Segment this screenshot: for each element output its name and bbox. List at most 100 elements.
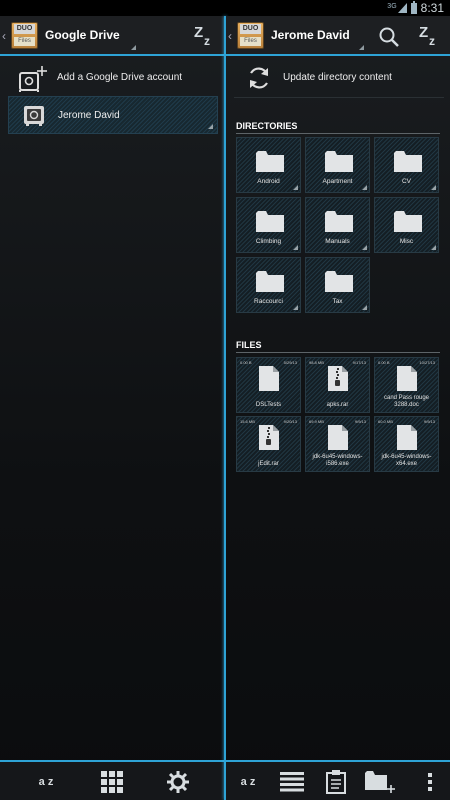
folder-tile-manuals[interactable]: Manuals (305, 197, 370, 253)
file-name: apks.rar (326, 402, 349, 408)
account-item-jerome-david[interactable]: Jerome David (8, 96, 218, 134)
back-icon[interactable]: ‹ (2, 29, 6, 43)
signal-icon (397, 3, 407, 13)
right-pane: ‹ DUO Files Jerome David Zz Update direc… (226, 16, 450, 800)
folder-name: Climbing (255, 238, 282, 245)
folder-tile-apartment[interactable]: Apartment (305, 137, 370, 193)
app-logo-subtext: Files (14, 37, 35, 46)
item-menu-corner-icon[interactable] (362, 305, 367, 310)
sleep-zz-icon[interactable]: Zz (194, 24, 218, 50)
folder-tile-cv[interactable]: CV (374, 137, 439, 193)
folder-name: Misc (399, 238, 414, 245)
zip-icon (328, 366, 348, 391)
files-header: FILES (236, 340, 440, 353)
list-view-button[interactable] (276, 767, 308, 797)
document-icon (397, 425, 417, 450)
network-type: 3G (387, 2, 397, 10)
title-dropdown-icon (131, 45, 136, 50)
right-action-bar: ‹ DUO Files Jerome David Zz (226, 16, 450, 56)
item-menu-corner-icon[interactable] (362, 185, 367, 190)
right-pane-title[interactable]: Jerome David (271, 28, 350, 42)
overflow-menu-button[interactable] (414, 767, 446, 797)
document-icon (397, 366, 417, 391)
left-pane-title[interactable]: Google Drive (45, 28, 120, 42)
folder-tile-climbing[interactable]: Climbing (236, 197, 301, 253)
add-account-item[interactable]: Add a Google Drive account (8, 59, 218, 97)
file-tile-apks[interactable]: 98.8 MB 9/17/13 apks.rar (305, 357, 370, 413)
search-icon[interactable] (378, 26, 400, 48)
left-bottom-bar: a z (0, 760, 224, 800)
app-logo-text: DUO (14, 24, 35, 34)
item-menu-corner-icon[interactable] (431, 185, 436, 190)
battery-icon (410, 0, 417, 14)
item-menu-corner-icon[interactable] (293, 185, 298, 190)
folder-tile-raccourci[interactable]: Raccourci (236, 257, 301, 313)
file-size: 98.8 MB (309, 360, 324, 365)
folder-icon (394, 151, 422, 172)
file-name: DSLTests (255, 402, 282, 408)
app-logo[interactable]: DUO Files (237, 22, 264, 49)
sort-alpha-button[interactable]: a z (232, 767, 264, 797)
directories-header: DIRECTORIES (236, 121, 440, 134)
left-pane: ‹ DUO Files Google Drive Zz Add a Google… (0, 16, 224, 800)
folder-tile-tax[interactable]: Tax (305, 257, 370, 313)
file-name: jEdit.rar (258, 461, 279, 467)
file-tile-jedit[interactable]: 15.6 MB 9/20/13 jEdit.rar (236, 416, 301, 472)
settings-button[interactable] (162, 767, 194, 797)
item-menu-corner-icon[interactable] (293, 245, 298, 250)
back-icon[interactable]: ‹ (228, 29, 232, 43)
file-size: 0.00 B (378, 360, 390, 365)
status-bar: 3G 8:31 (0, 0, 450, 16)
folder-icon (394, 211, 422, 232)
grid-icon (101, 771, 123, 793)
item-menu-corner-icon[interactable] (208, 124, 213, 129)
refresh-icon (249, 67, 269, 89)
file-date: 9/9/13 (354, 419, 366, 424)
document-icon (259, 366, 279, 391)
file-date: 10/27/13 (419, 360, 435, 365)
new-folder-button[interactable] (364, 767, 396, 797)
file-date: 9/17/13 (352, 360, 366, 365)
right-bottom-bar: a z (226, 760, 450, 800)
app-logo-text: DUO (240, 24, 261, 34)
folder-tile-android[interactable]: Android (236, 137, 301, 193)
document-icon (328, 425, 348, 450)
update-directory-label: Update directory content (283, 72, 392, 83)
grid-view-button[interactable] (96, 767, 128, 797)
folder-tile-misc[interactable]: Misc (374, 197, 439, 253)
safe-icon (24, 106, 44, 126)
file-date: 9/20/13 (283, 419, 297, 424)
item-menu-corner-icon[interactable] (431, 245, 436, 250)
add-account-label: Add a Google Drive account (57, 72, 183, 83)
file-tile-cand-pass[interactable]: 0.00 B 10/27/13 cand Pass rouge 3288.doc (374, 357, 439, 413)
folder-icon (256, 211, 284, 232)
clipboard-icon (326, 770, 346, 794)
app-logo[interactable]: DUO Files (11, 22, 38, 49)
folder-name: Android (257, 178, 280, 185)
folder-name: Manuals (325, 238, 350, 245)
new-folder-icon (365, 771, 395, 793)
zip-icon (259, 425, 279, 450)
item-menu-corner-icon[interactable] (293, 305, 298, 310)
clipboard-button[interactable] (320, 767, 352, 797)
file-name: jdk-6u45-windows-i586.exe (312, 454, 363, 467)
folder-icon (325, 211, 353, 232)
file-tile-jdk-i586[interactable]: 69.9 MB 9/9/13 jdk-6u45-windows-i586.exe (305, 416, 370, 472)
folder-icon (325, 271, 353, 292)
folder-name: CV (401, 178, 412, 185)
item-menu-corner-icon[interactable] (362, 245, 367, 250)
file-tile-dsltests[interactable]: 0.00 B 5/29/13 DSLTests (236, 357, 301, 413)
update-directory-item[interactable]: Update directory content (234, 59, 444, 97)
app-logo-subtext: Files (240, 37, 261, 46)
file-date: 9/9/13 (423, 419, 435, 424)
clock: 8:31 (420, 1, 444, 15)
folder-icon (256, 151, 284, 172)
folder-name: Raccourci (254, 298, 283, 305)
gear-icon (167, 771, 189, 793)
left-action-bar: ‹ DUO Files Google Drive Zz (0, 16, 224, 56)
sleep-zz-icon[interactable]: Zz (419, 24, 443, 50)
sort-alpha-button[interactable]: a z (30, 767, 62, 797)
folder-name: Apartment (322, 178, 353, 185)
file-tile-jdk-x64[interactable]: 60.0 MB 9/9/13 jdk-6u45-windows-x64.exe (374, 416, 439, 472)
file-size: 0.00 B (240, 360, 252, 365)
